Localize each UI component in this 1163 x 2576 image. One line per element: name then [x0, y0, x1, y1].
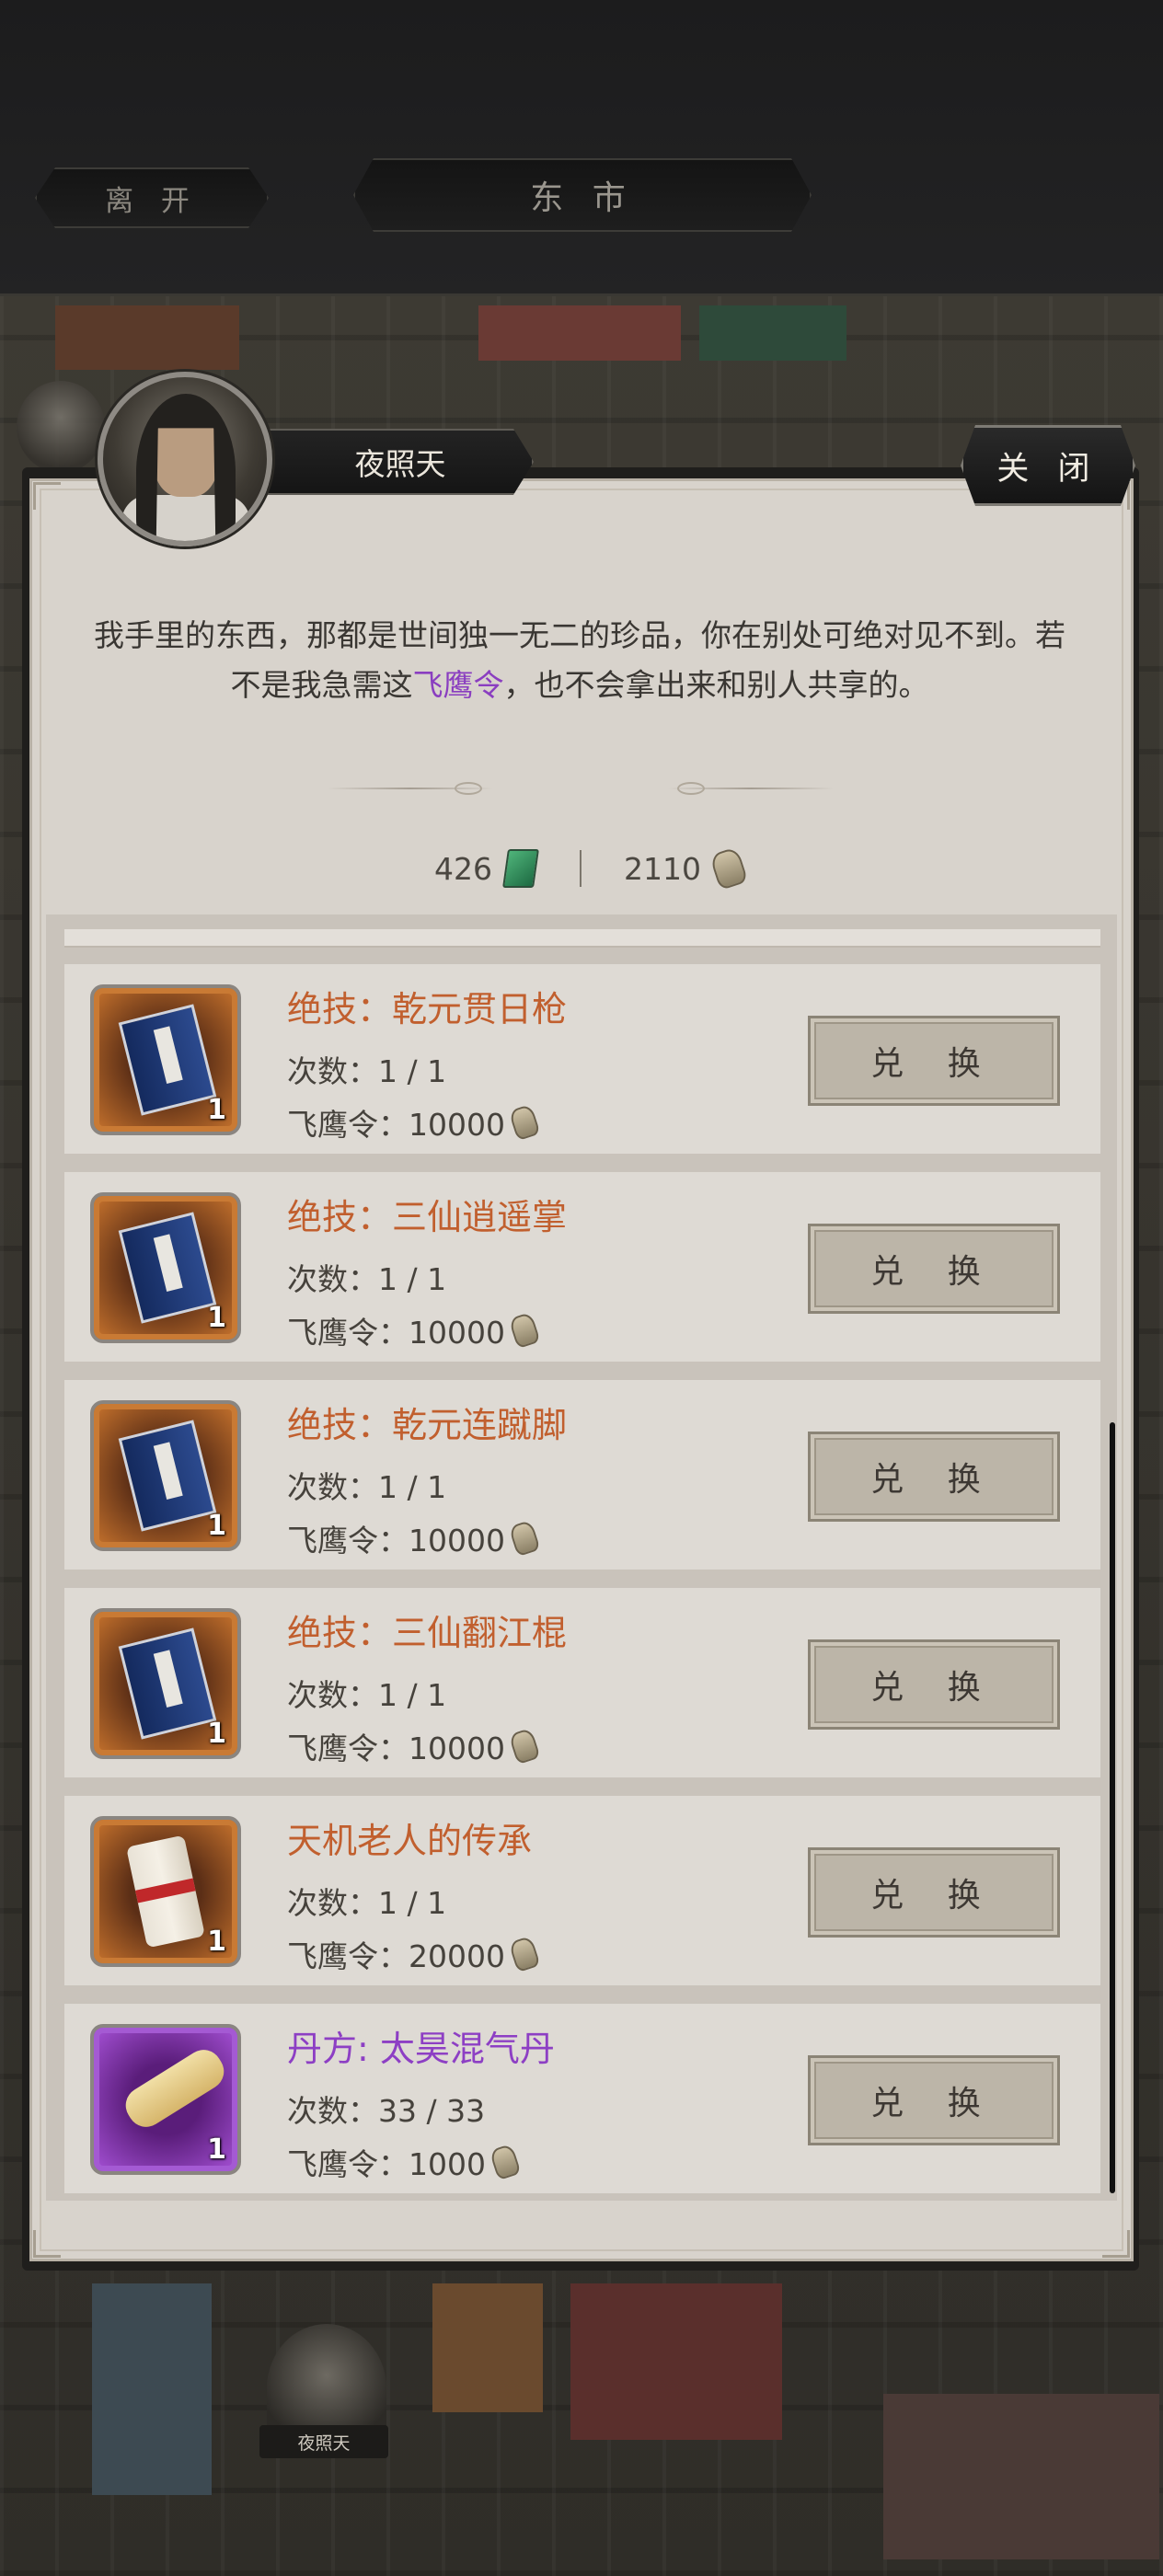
dialog-highlight-token: 飞鹰令 — [412, 667, 504, 703]
item-price-text: 飞鹰令：20000 — [287, 1938, 505, 1974]
item-exchange-count: 次数：1 / 1 — [287, 1885, 447, 1921]
jade-tablet-icon — [502, 849, 539, 888]
side-npc-portrait[interactable] — [17, 381, 105, 473]
divider-knot — [677, 782, 705, 795]
item-name: 绝技：乾元连蹴脚 — [287, 1405, 568, 1445]
inheritance-scroll-icon[interactable]: 1 — [90, 1816, 241, 1967]
item-price-text: 飞鹰令：10000 — [287, 1315, 505, 1351]
npc-avatar — [98, 372, 272, 546]
redeem-button[interactable]: 兑 换 — [808, 1847, 1060, 1938]
item-price: 飞鹰令：10000 — [287, 1516, 541, 1560]
feiying-token-icon — [508, 1935, 541, 1973]
item-price: 飞鹰令：1000 — [287, 2140, 522, 2184]
item-quantity: 1 — [207, 2133, 226, 2166]
feiying-token-icon — [508, 1103, 541, 1142]
npc-dialog-text: 我手里的东西，那都是世间独一无二的珍品，你在别处可绝对见不到。若不是我急需这飞鹰… — [92, 611, 1067, 710]
top-bar: 离 开 东 市 — [0, 0, 1163, 296]
item-quantity: 1 — [207, 1510, 226, 1542]
item-quantity: 1 — [207, 1094, 226, 1126]
item-name: 绝技：三仙逍遥掌 — [287, 1197, 568, 1237]
feiying-token-icon — [708, 846, 749, 891]
list-scrollbar[interactable] — [1110, 1422, 1115, 2193]
shop-item-row: 1 丹方: 太昊混气丹 次数：33 / 33 飞鹰令：1000 兑 换 — [64, 2004, 1100, 2193]
list-scroll-cap — [64, 929, 1100, 948]
item-price-text: 飞鹰令：10000 — [287, 1523, 505, 1558]
book-art — [118, 1004, 217, 1116]
item-price-text: 飞鹰令：1000 — [287, 2146, 486, 2182]
corner-ornament — [33, 2230, 61, 2258]
redeem-button[interactable]: 兑 换 — [808, 1432, 1060, 1522]
market-stall — [432, 2283, 543, 2412]
item-exchange-count: 次数：1 / 1 — [287, 1469, 447, 1505]
leave-button[interactable]: 离 开 — [35, 167, 269, 228]
feiying-token-icon — [508, 1727, 541, 1765]
npc-name-banner: 夜照天 — [267, 429, 534, 495]
jade-amount: 426 — [434, 850, 492, 887]
book-art — [118, 1420, 217, 1532]
building-roof — [570, 2283, 782, 2440]
redeem-button[interactable]: 兑 换 — [808, 2055, 1060, 2145]
manual-book-icon[interactable]: 1 — [90, 1192, 241, 1343]
currency-separator — [580, 850, 582, 887]
building-roof — [478, 305, 681, 361]
recipe-art — [119, 2042, 231, 2134]
item-price: 飞鹰令：10000 — [287, 1308, 541, 1352]
shop-item-row: 1 绝技：三仙翻江棍 次数：1 / 1 飞鹰令：10000 兑 换 — [64, 1588, 1100, 1777]
token-currency: 2110 — [624, 845, 749, 892]
scroll-art — [126, 1834, 205, 1949]
corner-ornament — [33, 482, 61, 510]
item-name: 绝技：乾元贯日枪 — [287, 989, 568, 1029]
item-quantity: 1 — [207, 1926, 226, 1958]
building-roof — [55, 305, 239, 370]
building-roof — [92, 2283, 212, 2495]
building-roof — [883, 2394, 1159, 2559]
item-exchange-count: 次数：33 / 33 — [287, 2093, 486, 2129]
jade-currency: 426 — [434, 845, 539, 892]
recipe-scroll-icon[interactable]: 1 — [90, 2024, 241, 2175]
shop-item-row: 1 绝技：三仙逍遥掌 次数：1 / 1 飞鹰令：10000 兑 换 — [64, 1172, 1100, 1362]
token-amount: 2110 — [624, 850, 701, 887]
item-price: 飞鹰令：10000 — [287, 1724, 541, 1768]
item-exchange-count: 次数：1 / 1 — [287, 1677, 447, 1713]
dialog-text-part: ，也不会拿出来和别人共享的。 — [503, 667, 929, 703]
item-name: 绝技：三仙翻江棍 — [287, 1613, 568, 1653]
redeem-button[interactable]: 兑 换 — [808, 1016, 1060, 1106]
item-price-text: 飞鹰令：10000 — [287, 1731, 505, 1766]
item-quantity: 1 — [207, 1302, 226, 1334]
manual-book-icon[interactable]: 1 — [90, 1608, 241, 1759]
shop-item-row: 1 天机老人的传承 次数：1 / 1 飞鹰令：20000 兑 换 — [64, 1796, 1100, 1985]
corner-ornament — [1102, 2230, 1130, 2258]
location-title: 东 市 — [353, 158, 812, 232]
item-quantity: 1 — [207, 1718, 226, 1750]
feiying-token-icon — [489, 2143, 522, 2181]
shop-item-row: 1 绝技：乾元贯日枪 次数：1 / 1 飞鹰令：10000 兑 换 — [64, 964, 1100, 1154]
building-roof — [699, 305, 846, 361]
item-price: 飞鹰令：10000 — [287, 1100, 541, 1144]
redeem-button[interactable]: 兑 换 — [808, 1224, 1060, 1314]
manual-book-icon[interactable]: 1 — [90, 1400, 241, 1551]
feiying-token-icon — [508, 1519, 541, 1558]
divider-knot — [455, 782, 482, 795]
redeem-button[interactable]: 兑 换 — [808, 1639, 1060, 1730]
item-exchange-count: 次数：1 / 1 — [287, 1261, 447, 1297]
item-exchange-count: 次数：1 / 1 — [287, 1053, 447, 1089]
shop-item-row: 1 绝技：乾元连蹴脚 次数：1 / 1 飞鹰令：10000 兑 换 — [64, 1380, 1100, 1570]
book-art — [118, 1212, 217, 1324]
item-name: 天机老人的传承 — [287, 1821, 533, 1861]
item-price-text: 飞鹰令：10000 — [287, 1107, 505, 1143]
close-button[interactable]: 关 闭 — [961, 425, 1135, 506]
item-name: 丹方: 太昊混气丹 — [287, 2029, 555, 2069]
item-price: 飞鹰令：20000 — [287, 1932, 541, 1976]
feiying-token-icon — [508, 1311, 541, 1350]
manual-book-icon[interactable]: 1 — [90, 984, 241, 1135]
map-npc-label: 夜照天 — [259, 2425, 388, 2458]
book-art — [118, 1627, 217, 1740]
